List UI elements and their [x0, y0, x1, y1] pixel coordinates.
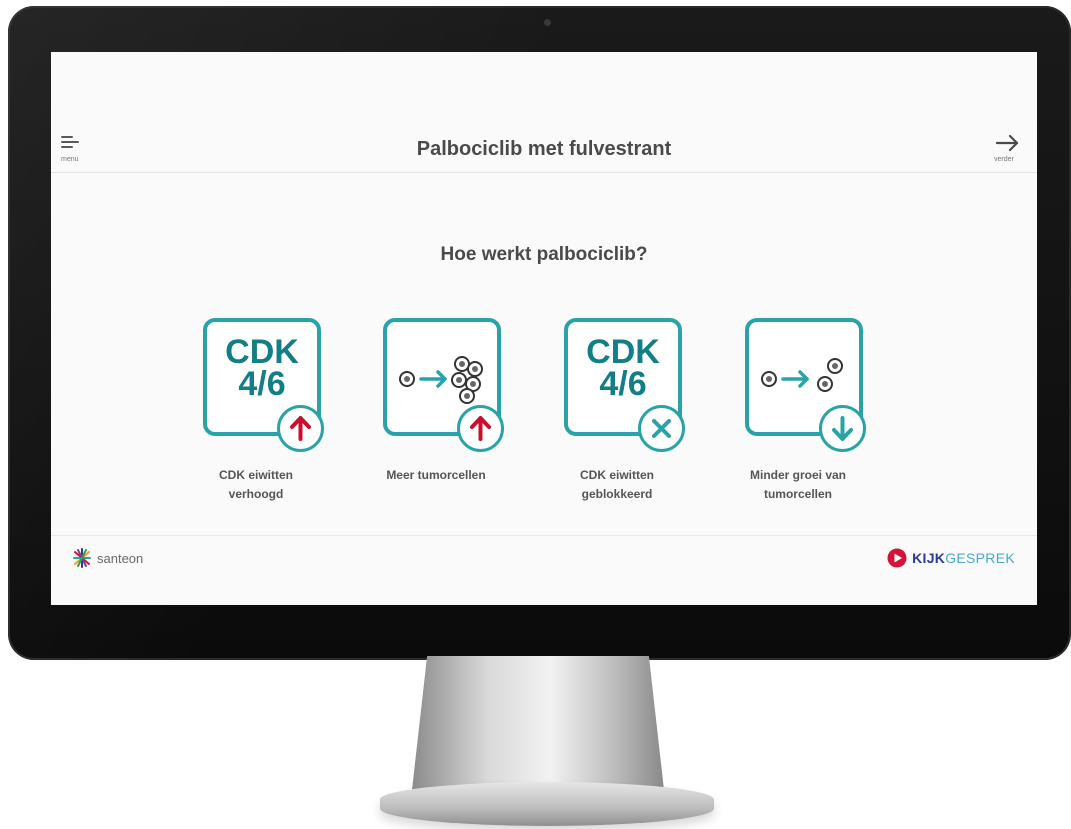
santeon-mark-icon	[73, 548, 91, 568]
section-heading: Hoe werkt palbociclib?	[440, 244, 648, 265]
app-footer: santeon KIJKGESPREK	[51, 535, 1037, 605]
santeon-logo: santeon	[71, 546, 143, 570]
badge	[457, 405, 504, 452]
badge	[819, 405, 866, 452]
step-label: CDK eiwitten verhoogd	[218, 468, 293, 501]
play-icon	[887, 548, 907, 568]
arrow-down-icon	[832, 416, 853, 441]
mechanism-steps: CDK 4/6 CDK eiwitten verhoogd Meer tumor…	[51, 318, 1037, 518]
webcam-dot	[544, 19, 551, 26]
kijk-logo-bold: KIJK	[912, 550, 946, 566]
arrow-up-icon	[290, 416, 311, 441]
arrow-right-icon	[995, 134, 1019, 152]
close-icon	[652, 419, 671, 438]
step-label: Minder groei van tumorcellen	[749, 468, 847, 501]
kijkgesprek-logo: KIJKGESPREK	[887, 548, 1015, 568]
step-label: CDK eiwitten geblokkeerd	[579, 468, 654, 501]
app-header: menu Palbociclib met fulvestrant verder	[51, 124, 1037, 173]
monitor-stand-base	[380, 782, 714, 826]
santeon-logo-text: santeon	[97, 550, 144, 566]
page-title: Palbociclib met fulvestrant	[416, 138, 672, 160]
badge	[638, 405, 685, 452]
app-screen: menu Palbociclib met fulvestrant verder …	[51, 52, 1037, 605]
badge	[277, 405, 324, 452]
step-label: Meer tumorcellen	[386, 468, 486, 482]
arrow-up-icon	[470, 416, 491, 441]
cdk-label: CDK 4/6	[225, 333, 299, 403]
kijk-logo-light: GESPREK	[945, 550, 1015, 566]
next-label: verder	[994, 156, 1014, 163]
next-button[interactable]: verder	[993, 134, 1023, 166]
monitor-stand-neck	[412, 656, 664, 790]
cdk-label: CDK 4/6	[586, 333, 660, 403]
